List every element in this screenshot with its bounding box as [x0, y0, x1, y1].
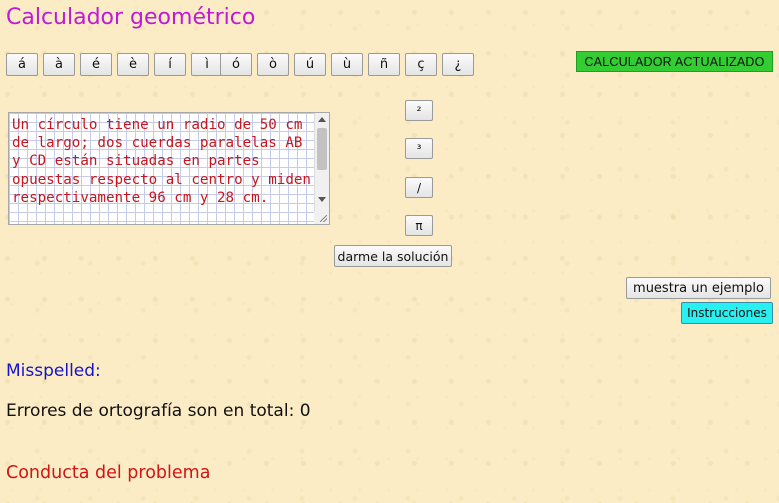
show-example-button[interactable]: muestra un ejemplo	[626, 277, 771, 299]
textarea-scrollbar[interactable]	[314, 113, 329, 224]
scroll-up-arrow-icon[interactable]	[318, 117, 326, 122]
resize-grip-icon[interactable]	[314, 211, 329, 224]
accent-key-o-grave[interactable]: ò	[257, 53, 289, 76]
problem-textarea[interactable]: Un círculo tiene un radio de 50 cm de la…	[9, 113, 314, 224]
scroll-down-arrow-icon[interactable]	[318, 197, 326, 202]
spelling-error-count: Errores de ortografía son en total: 0	[6, 401, 311, 421]
misspelled-label: Misspelled:	[6, 361, 101, 381]
insert-squared-button[interactable]: ²	[405, 100, 433, 121]
accent-key-u-grave[interactable]: ù	[331, 53, 363, 76]
page-title: Calculador geométrico	[6, 5, 256, 30]
scroll-thumb[interactable]	[317, 128, 327, 170]
insert-pi-button[interactable]: π	[405, 215, 433, 236]
get-solution-button[interactable]: darme la solución	[334, 245, 452, 267]
accent-key-i-grave[interactable]: ì	[191, 53, 223, 76]
accent-key-i-acute[interactable]: í	[154, 53, 186, 76]
accent-key-e-grave[interactable]: è	[117, 53, 149, 76]
accent-key-a-acute[interactable]: á	[6, 53, 38, 76]
accent-key-n-tilde[interactable]: ñ	[368, 53, 400, 76]
problem-input-container: Un círculo tiene un radio de 50 cm de la…	[8, 112, 330, 225]
accent-key-c-cedilla[interactable]: ç	[405, 53, 437, 76]
insert-cubed-button[interactable]: ³	[405, 138, 433, 159]
accent-key-inverted-question[interactable]: ¿	[442, 53, 474, 76]
accent-key-o-acute[interactable]: ó	[220, 53, 252, 76]
problem-conduct-heading: Conducta del problema	[6, 463, 211, 483]
accent-key-u-acute[interactable]: ú	[294, 53, 326, 76]
accent-key-e-acute[interactable]: é	[80, 53, 112, 76]
insert-slash-button[interactable]: /	[405, 177, 433, 198]
instructions-button[interactable]: Instrucciones	[681, 302, 773, 324]
status-badge: CALCULADOR ACTUALIZADO	[576, 51, 773, 72]
accent-key-a-grave[interactable]: à	[43, 53, 75, 76]
